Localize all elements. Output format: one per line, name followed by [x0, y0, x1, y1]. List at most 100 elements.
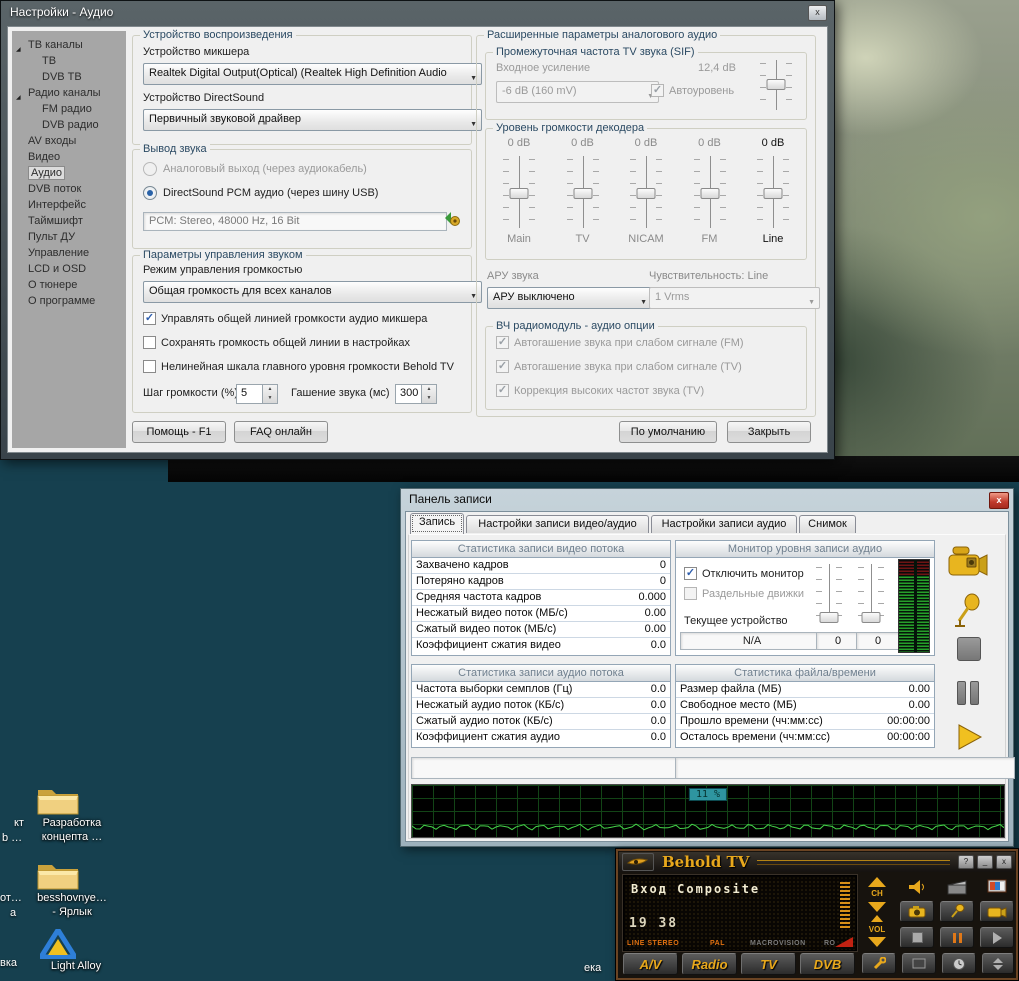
volume-slider[interactable]: [501, 153, 537, 231]
slider-thumb-icon[interactable]: [637, 188, 656, 199]
osd-button[interactable]: [902, 953, 936, 974]
channel-up-button[interactable]: [868, 877, 886, 887]
sidebar-item-av-входы[interactable]: AV входы: [12, 133, 126, 149]
volume-slider[interactable]: [755, 153, 791, 231]
mode-button-av[interactable]: A/V: [623, 953, 678, 975]
behold-titlebar[interactable]: Behold TV ? _ x: [619, 852, 1015, 872]
play-button[interactable]: [980, 927, 1014, 948]
volume-slider[interactable]: [628, 153, 664, 231]
row-label: Сжатый аудио поток (КБ/с): [416, 714, 651, 729]
sidebar-item-dvb-поток[interactable]: DVB поток: [12, 181, 126, 197]
wrench-icon: [872, 957, 886, 971]
minimode-button[interactable]: [982, 953, 1014, 974]
analog-output-radio[interactable]: Аналоговый выход (через аудиокабель): [143, 162, 367, 176]
channel-down-button[interactable]: [868, 902, 886, 912]
play-button[interactable]: [955, 723, 983, 751]
disable-monitor-checkbox[interactable]: ✓ Отключить монитор: [684, 567, 804, 580]
row-label: Средняя частота кадров: [416, 590, 638, 605]
recording-client: ЗаписьНастройки записи видео/аудиоНастро…: [405, 511, 1009, 842]
sidebar-item-пульт-ду[interactable]: Пульт ДУ: [12, 229, 126, 245]
sidebar-item-тв-каналы[interactable]: ◢ТВ каналы: [12, 37, 126, 53]
sidebar-item-интерфейс[interactable]: Интерфейс: [12, 197, 126, 213]
slider-thumb-icon[interactable]: [573, 188, 592, 199]
recording-close-button[interactable]: x: [989, 492, 1009, 509]
audio-settings-gear-icon[interactable]: [443, 210, 461, 228]
video-source-button[interactable]: [942, 877, 972, 897]
sif-level-slider[interactable]: [758, 57, 794, 113]
settings-button[interactable]: [862, 953, 896, 974]
left-buttons-row: Помощь - F1 FAQ онлайн: [132, 421, 328, 443]
record-audio-button[interactable]: [940, 901, 974, 922]
tab-2[interactable]: Настройки записи аудио: [651, 515, 797, 533]
sidebar-item-тв[interactable]: ТВ: [12, 53, 126, 69]
slider-thumb-icon[interactable]: [862, 612, 881, 623]
sidebar-item-dvb-радио[interactable]: DVB радио: [12, 117, 126, 133]
mixer-device-combobox[interactable]: Realtek Digital Output(Optical) (Realtek…: [143, 63, 482, 85]
close-button[interactable]: x: [996, 855, 1012, 869]
monitor-right-slider[interactable]: [856, 561, 886, 625]
table-row: Сжатый аудио поток (КБ/с)0.0: [412, 714, 670, 730]
sidebar-item-lcd-и-osd[interactable]: LCD и OSD: [12, 261, 126, 277]
scheduler-button[interactable]: [942, 953, 976, 974]
slider-thumb-icon[interactable]: [764, 188, 783, 199]
sidebar-item-о-программе[interactable]: О программе: [12, 293, 126, 309]
pause-button[interactable]: [940, 927, 974, 948]
tab-record[interactable]: Запись: [410, 513, 464, 534]
monitor-left-slider[interactable]: [814, 561, 844, 625]
sidebar-item-радио-каналы[interactable]: ◢Радио каналы: [12, 85, 126, 101]
pcm-output-radio[interactable]: DirectSound PCM аудио (через шину USB): [143, 186, 378, 200]
sidebar-item-видео[interactable]: Видео: [12, 149, 126, 165]
stop-button[interactable]: [900, 927, 934, 948]
right-level-value: 0: [875, 635, 881, 647]
close-button[interactable]: Закрыть: [727, 421, 811, 443]
pause-button[interactable]: [957, 681, 979, 703]
volume-down-button[interactable]: [868, 937, 886, 947]
volume-button[interactable]: [902, 877, 932, 897]
snapshot-button[interactable]: [900, 901, 934, 922]
volume-slider[interactable]: [565, 153, 601, 231]
settings-titlebar[interactable]: Настройки - Аудио: [1, 1, 834, 23]
sidebar-item-dvb-тв[interactable]: DVB ТВ: [12, 69, 126, 85]
help-button[interactable]: Помощь - F1: [132, 421, 226, 443]
volume-slider[interactable]: [692, 153, 728, 231]
mode-button-radio[interactable]: Radio: [682, 953, 737, 975]
directsound-device-combobox[interactable]: Первичный звуковой драйвер▼: [143, 109, 482, 131]
settings-close-button[interactable]: x: [808, 5, 827, 21]
recording-tabs: ЗаписьНастройки записи видео/аудиоНастро…: [410, 515, 856, 534]
mode-button-tv[interactable]: TV: [741, 953, 796, 975]
stop-button[interactable]: [957, 637, 981, 661]
sidebar-item-таймшифт[interactable]: Таймшифт: [12, 213, 126, 229]
sidebar-item-о-тюнере[interactable]: О тюнере: [12, 277, 126, 293]
record-audio-button[interactable]: [953, 593, 983, 629]
mute-time-spinner[interactable]: 300 ▲▼: [395, 384, 437, 404]
display-mode-button[interactable]: [982, 877, 1012, 897]
slider-thumb-icon[interactable]: [820, 612, 839, 623]
faq-button[interactable]: FAQ онлайн: [234, 421, 328, 443]
minimize-button[interactable]: _: [977, 855, 993, 869]
record-video-button[interactable]: [980, 901, 1014, 922]
master-line-checkbox[interactable]: ✓ Управлять общей линией громкости аудио…: [143, 312, 427, 325]
nonlinear-scale-checkbox[interactable]: Нелинейная шкала главного уровня громкос…: [143, 360, 454, 373]
help-button[interactable]: ?: [958, 855, 974, 869]
sidebar-item-управление[interactable]: Управление: [12, 245, 126, 261]
slider-thumb-icon[interactable]: [767, 79, 786, 90]
slider-thumb-icon[interactable]: [510, 188, 529, 199]
volume-mode-combobox[interactable]: Общая громкость для всех каналов▼: [143, 281, 482, 303]
defaults-button[interactable]: По умолчанию: [619, 421, 717, 443]
tab-1[interactable]: Настройки записи видео/аудио: [466, 515, 649, 533]
slider-thumb-icon[interactable]: [700, 188, 719, 199]
recording-titlebar[interactable]: Панель записи: [401, 489, 1013, 509]
spinner-arrows-icon[interactable]: ▲▼: [421, 385, 436, 403]
mode-button-dvb[interactable]: DVB: [800, 953, 855, 975]
record-video-button[interactable]: [945, 545, 989, 581]
save-volume-checkbox[interactable]: Сохранять громкость общей линии в настро…: [143, 336, 410, 349]
tab-3[interactable]: Снимок: [799, 515, 856, 533]
spinner-arrows-icon[interactable]: ▲▼: [262, 385, 277, 403]
camcorder-icon: [987, 905, 1007, 918]
table-row: Захвачено кадров0: [412, 558, 670, 574]
agc-combobox[interactable]: АРУ выключено▼: [487, 287, 652, 309]
sidebar-item-fm-радио[interactable]: FM радио: [12, 101, 126, 117]
volume-up-button[interactable]: [871, 915, 883, 922]
sidebar-item-аудио[interactable]: Аудио: [12, 165, 126, 181]
volume-step-spinner[interactable]: 5 ▲▼: [236, 384, 278, 404]
